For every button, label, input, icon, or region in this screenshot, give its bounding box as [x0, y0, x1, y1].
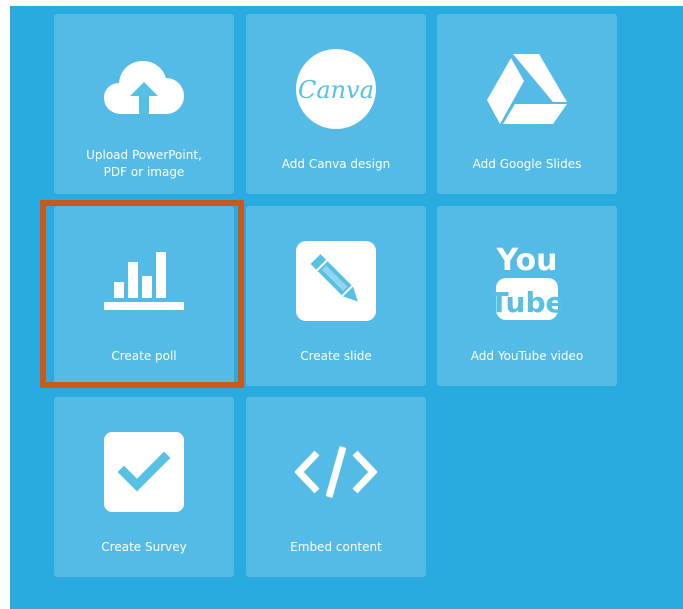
create-slide-tile[interactable]: Create slide: [246, 206, 426, 386]
tile-label: Create Survey: [101, 539, 187, 554]
tile-label: Add Google Slides: [472, 156, 582, 171]
embed-content-tile[interactable]: Embed content: [246, 397, 426, 577]
google-drive-icon: [437, 44, 617, 134]
add-google-slides-tile[interactable]: Add Google Slides: [437, 14, 617, 194]
code-icon: [246, 427, 426, 517]
create-poll-tile[interactable]: Create poll: [54, 206, 234, 386]
upload-powerpoint-tile[interactable]: Upload PowerPoint, PDF or image: [54, 14, 234, 194]
tile-label: Embed content: [290, 539, 382, 554]
create-survey-tile[interactable]: Create Survey: [54, 397, 234, 577]
svg-text:Tube: Tube: [492, 286, 562, 319]
tile-label: Upload PowerPoint, PDF or image: [86, 148, 202, 179]
bar-chart-icon: [54, 236, 234, 326]
canva-logo-icon: Canva: [246, 44, 426, 134]
cloud-upload-icon: [54, 44, 234, 134]
svg-text:Canva: Canva: [298, 76, 374, 104]
youtube-logo-icon: You Tube: [437, 236, 617, 326]
add-youtube-tile[interactable]: You Tube Add YouTube video: [437, 206, 617, 386]
content-type-panel: Upload PowerPoint, PDF or image Canva Ad…: [10, 6, 683, 609]
checkmark-icon: [54, 427, 234, 517]
tile-label: Add Canva design: [281, 156, 391, 171]
add-canva-tile[interactable]: Canva Add Canva design: [246, 14, 426, 194]
tile-label: Create slide: [300, 348, 372, 363]
tile-label: Add YouTube video: [470, 348, 584, 363]
svg-text:You: You: [496, 243, 558, 278]
tile-label: Create poll: [111, 348, 177, 363]
pencil-icon: [246, 236, 426, 326]
